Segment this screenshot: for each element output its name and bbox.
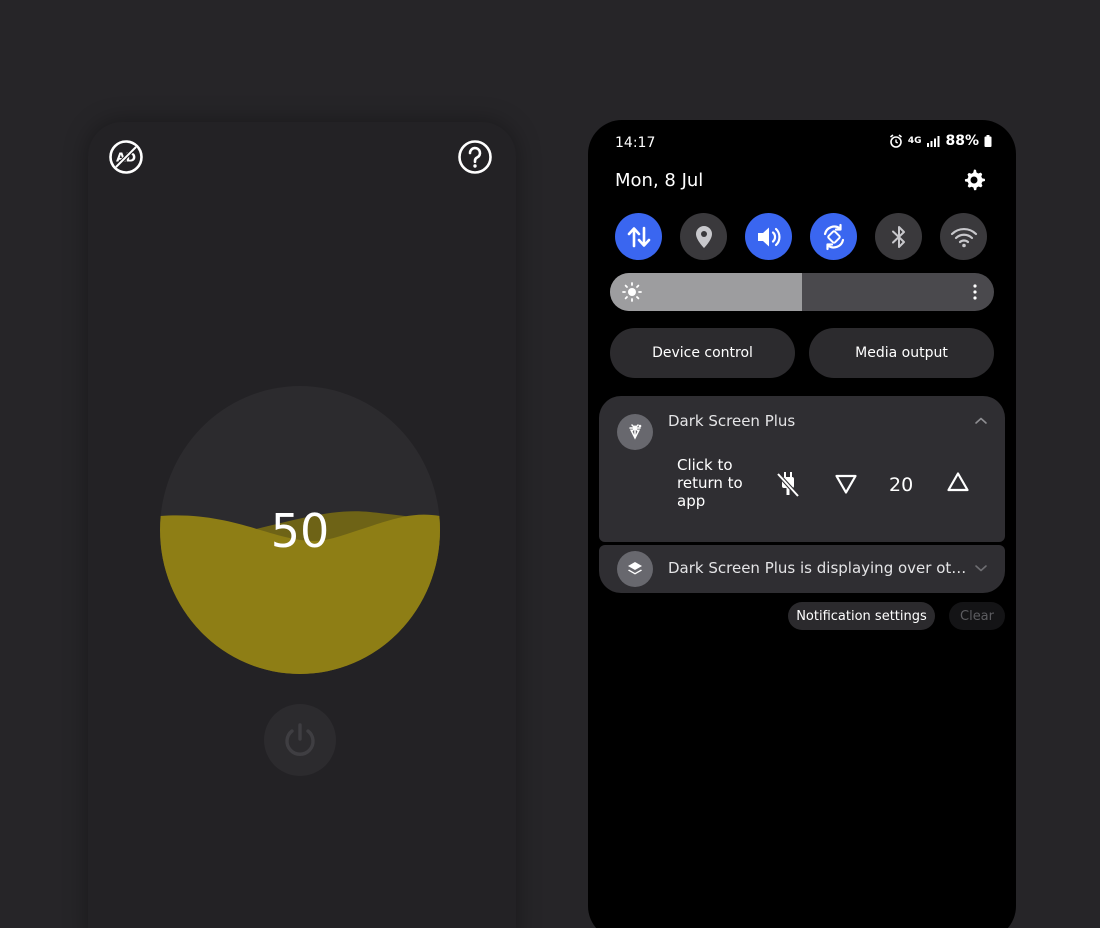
battery-icon: [984, 135, 992, 147]
date-label: Mon, 8 Jul: [615, 170, 704, 191]
notification-dark-screen[interactable]: Dark Screen Plus Click to return to app …: [599, 396, 1005, 542]
decrease-button[interactable]: [832, 470, 860, 498]
increase-button[interactable]: [944, 468, 972, 496]
sun-icon: [622, 282, 642, 302]
location-icon: [695, 225, 712, 248]
level-wave-indicator[interactable]: 50: [160, 386, 440, 674]
sound-icon: [757, 227, 780, 246]
unplug-icon: [776, 472, 800, 498]
power-icon: [285, 723, 315, 756]
no-ads-icon[interactable]: AD: [108, 139, 144, 175]
signal-icon: [927, 136, 940, 147]
mobile-data-icon: [627, 226, 650, 247]
status-bar: 14:17 4G 88%: [588, 120, 1016, 160]
clear-button[interactable]: Clear: [949, 602, 1005, 630]
chevron-up-icon[interactable]: [974, 416, 988, 426]
dark-screen-app: AD 50: [88, 122, 516, 928]
location-toggle[interactable]: [680, 213, 727, 260]
power-button[interactable]: [264, 704, 336, 776]
layers-icon: [628, 562, 642, 575]
device-control-button[interactable]: Device control: [610, 328, 795, 378]
auto-rotate-icon: [823, 223, 844, 250]
network-label: 4G: [907, 135, 922, 146]
auto-rotate-toggle[interactable]: [810, 213, 857, 260]
notification-overlay-text: Dark Screen Plus is displaying over othe…: [668, 559, 968, 577]
quick-settings: [615, 213, 987, 260]
bluetooth-icon: [891, 225, 905, 248]
more-options-icon[interactable]: [972, 283, 978, 301]
notification-panel: 14:17 4G 88% Mon, 8 Jul Device control M…: [588, 120, 1016, 928]
status-time: 14:17: [615, 135, 656, 151]
wifi-toggle[interactable]: [940, 213, 987, 260]
bluetooth-toggle[interactable]: [875, 213, 922, 260]
brightness-slider[interactable]: [610, 273, 994, 311]
battery-percent: 88%: [945, 133, 979, 149]
notification-body: Click to return to app: [677, 456, 743, 510]
media-output-button[interactable]: Media output: [809, 328, 994, 378]
mobile-data-toggle[interactable]: [615, 213, 662, 260]
chevron-down-icon[interactable]: [974, 563, 988, 573]
sound-toggle[interactable]: [745, 213, 792, 260]
gear-icon[interactable]: [962, 168, 986, 192]
notification-app-name: Dark Screen Plus: [668, 412, 796, 430]
notification-settings-button[interactable]: Notification settings: [788, 602, 935, 630]
level-count: 20: [889, 474, 914, 496]
level-value: 50: [270, 504, 330, 558]
dark-screen-app-icon: [629, 424, 642, 440]
app-icon: [617, 551, 653, 587]
notification-overlay[interactable]: Dark Screen Plus is displaying over othe…: [599, 545, 1005, 593]
status-icons: 4G 88%: [889, 133, 992, 149]
triangle-up-icon: [947, 472, 969, 492]
app-icon: [617, 414, 653, 450]
wifi-icon: [950, 227, 977, 247]
triangle-down-icon: [835, 474, 857, 494]
stop-charging-button[interactable]: [773, 469, 803, 499]
help-icon[interactable]: [457, 139, 493, 175]
alarm-icon: [889, 134, 902, 148]
